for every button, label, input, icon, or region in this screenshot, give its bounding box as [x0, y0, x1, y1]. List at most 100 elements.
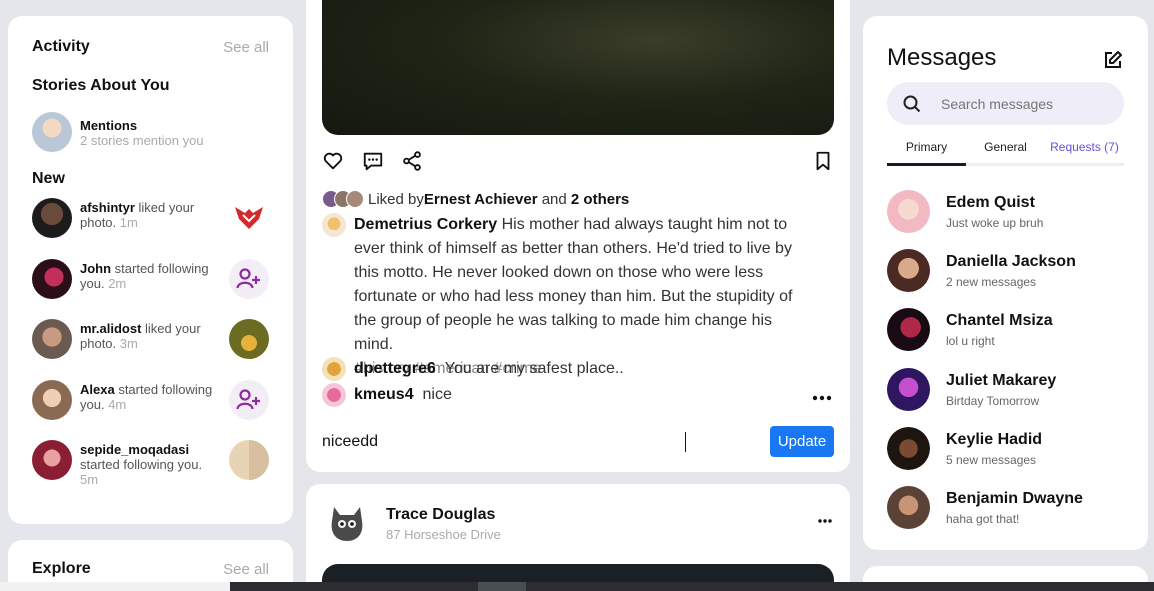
heart-logo-image[interactable] — [229, 198, 269, 238]
avatar — [32, 198, 72, 238]
likes-prefix: Liked by — [368, 190, 424, 208]
commenter-avatar[interactable] — [322, 357, 346, 381]
tab-general[interactable]: General — [966, 140, 1045, 163]
tab-requests[interactable]: Requests (7) — [1045, 140, 1124, 163]
comment-user[interactable]: dpettegre6 — [354, 357, 436, 381]
post-image[interactable] — [322, 0, 834, 135]
strip-scroll-thumb[interactable] — [478, 582, 526, 591]
explore-title: Explore — [32, 560, 91, 577]
comment-text: You are my safest place.. — [444, 360, 624, 377]
mentions-label: Mentions — [80, 118, 138, 133]
strip-light-segment — [0, 582, 230, 591]
share-icon[interactable] — [401, 150, 423, 172]
message-preview: haha got that! — [946, 511, 1020, 526]
avatar — [32, 440, 72, 480]
activity-card: Activity See all Stories About You Menti… — [8, 16, 293, 524]
messages-card: Messages Primary General Requests (7) Ed… — [863, 16, 1148, 550]
comment-row: dpettegre6 You are my safest place.. — [322, 357, 624, 381]
avatar — [887, 190, 930, 233]
activity-user[interactable]: Alexa — [80, 382, 115, 397]
author-avatar[interactable] — [322, 213, 346, 237]
comment-row: kmeus4 nice — [322, 383, 452, 407]
messages-title: Messages — [887, 44, 997, 71]
avatar — [887, 486, 930, 529]
avatar — [32, 319, 72, 359]
text-caret — [685, 432, 686, 452]
post-caption: Demetrius Corkery His mother had always … — [322, 213, 802, 381]
bottom-strip — [0, 582, 1154, 591]
avatar — [887, 308, 930, 351]
update-button[interactable]: Update — [770, 426, 834, 457]
activity-see-all-link[interactable]: See all — [223, 39, 269, 56]
activity-item[interactable]: sepide_moqadasi started following you. 5… — [32, 440, 269, 487]
avatar — [32, 259, 72, 299]
more-options-icon[interactable] — [812, 394, 832, 402]
follow-back-button[interactable] — [229, 259, 269, 299]
more-options-icon[interactable] — [818, 518, 832, 524]
explore-see-all-link[interactable]: See all — [223, 561, 269, 578]
activity-time: 2m — [104, 276, 127, 291]
message-preview: 2 new messages — [946, 274, 1037, 289]
comment-text: nice — [422, 386, 452, 403]
message-item[interactable]: Daniella Jackson 2 new messages — [887, 249, 1076, 292]
post-location: 87 Horseshoe Drive — [386, 527, 501, 542]
search-box[interactable] — [887, 82, 1124, 125]
activity-user[interactable]: mr.alidost — [80, 321, 141, 336]
comment-user[interactable]: kmeus4 — [354, 383, 414, 407]
likes-middle: and — [537, 190, 571, 208]
liker-avatar — [346, 190, 364, 208]
message-preview: Just woke up bruh — [946, 215, 1044, 230]
likes-user[interactable]: Ernest Achiever — [424, 191, 538, 208]
photo-thumbnail[interactable] — [229, 319, 269, 359]
caption-text: His mother had always taught him not to … — [354, 216, 793, 353]
message-sender: Edem Quist — [946, 193, 1035, 211]
tab-primary[interactable]: Primary — [887, 140, 966, 166]
message-item[interactable]: Edem Quist Just woke up bruh — [887, 190, 1043, 233]
activity-user[interactable]: sepide_moqadasi — [80, 442, 189, 457]
activity-user[interactable]: John — [80, 261, 111, 276]
avatar — [887, 249, 930, 292]
message-sender: Daniella Jackson — [946, 252, 1076, 270]
message-item[interactable]: Keylie Hadid 5 new messages — [887, 427, 1042, 470]
avatar — [887, 368, 930, 411]
activity-item[interactable]: mr.alidost liked your photo. 3m — [32, 319, 269, 359]
comment-icon[interactable] — [362, 150, 384, 172]
compose-icon[interactable] — [1103, 50, 1123, 70]
message-sender: Benjamin Dwayne — [946, 489, 1083, 507]
likes-others[interactable]: 2 others — [571, 191, 629, 208]
photo-thumbnail[interactable] — [229, 440, 269, 480]
avatar — [32, 380, 72, 420]
mentions-row[interactable]: Mentions 2 stories mention you — [32, 112, 269, 152]
activity-user[interactable]: afshintyr — [80, 200, 135, 215]
likes-summary: Liked by Ernest Achiever and 2 others — [322, 190, 629, 208]
follow-back-button[interactable] — [229, 380, 269, 420]
commenter-avatar[interactable] — [322, 383, 346, 407]
activity-item[interactable]: John started following you. 2m — [32, 259, 269, 299]
activity-time: 3m — [116, 336, 138, 351]
message-preview: lol u right — [946, 333, 995, 348]
heart-icon[interactable] — [322, 150, 344, 172]
user-plus-icon — [236, 268, 260, 289]
post-author[interactable]: Trace Douglas — [386, 506, 495, 524]
messages-tabs: Primary General Requests (7) — [887, 140, 1124, 166]
message-sender: Juliet Makarey — [946, 371, 1057, 389]
message-sender: Keylie Hadid — [946, 430, 1043, 448]
edit-comment-input[interactable] — [322, 430, 742, 454]
search-icon — [903, 95, 921, 112]
post-card: Liked by Ernest Achiever and 2 others De… — [306, 0, 850, 472]
activity-item[interactable]: Alexa started following you. 4m — [32, 380, 269, 420]
author-avatar[interactable] — [322, 498, 372, 548]
user-plus-icon — [236, 389, 260, 410]
mentions-text: 2 stories mention you — [80, 133, 204, 148]
message-item[interactable]: Chantel Msiza lol u right — [887, 308, 1053, 351]
new-title: New — [32, 170, 65, 187]
caption-author[interactable]: Demetrius Corkery — [354, 216, 497, 233]
message-item[interactable]: Juliet Makarey Birtday Tomorrow — [887, 368, 1056, 411]
activity-item[interactable]: afshintyr liked your photo. 1m — [32, 198, 269, 238]
bookmark-icon[interactable] — [812, 150, 834, 172]
message-preview: 5 new messages — [946, 452, 1037, 467]
message-item[interactable]: Benjamin Dwayne haha got that! — [887, 486, 1083, 529]
activity-time: 4m — [104, 397, 127, 412]
search-input[interactable] — [941, 95, 1101, 112]
activity-time: 1m — [116, 215, 138, 230]
